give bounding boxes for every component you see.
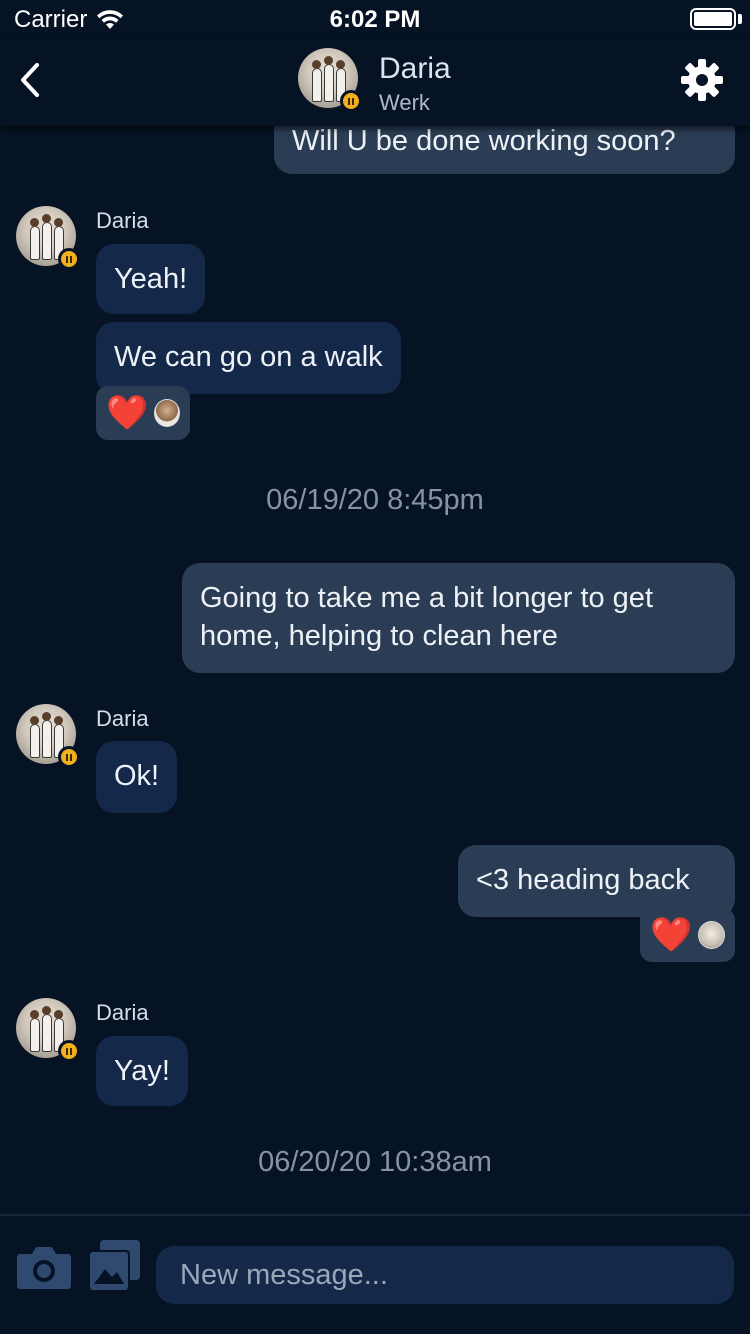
camera-icon	[17, 1247, 71, 1289]
message-list[interactable]: Will U be done working soon? Daria Yeah!…	[0, 126, 750, 1214]
outgoing-message[interactable]: <3 heading back	[458, 845, 735, 917]
sender-avatar[interactable]	[16, 704, 80, 768]
message-reaction[interactable]: ❤️	[640, 908, 735, 962]
message-input[interactable]	[156, 1246, 734, 1304]
timestamp: 06/19/20 8:45pm	[266, 484, 484, 516]
photo-gallery-button[interactable]	[86, 1238, 142, 1294]
incoming-message[interactable]: Ok!	[96, 741, 178, 813]
back-button[interactable]	[10, 58, 50, 102]
pause-badge-icon	[340, 90, 362, 112]
incoming-message[interactable]: Yeah!	[96, 244, 206, 314]
pause-badge-icon	[58, 746, 80, 768]
photo-gallery-icon	[88, 1240, 140, 1292]
gear-icon	[681, 59, 723, 101]
heart-icon: ❤️	[106, 393, 149, 433]
reactor-avatar	[698, 921, 725, 949]
sender-avatar[interactable]	[16, 206, 80, 270]
sender-avatar[interactable]	[16, 998, 80, 1062]
conversation-header: Daria Werk	[0, 40, 750, 126]
sender-name: Daria	[96, 706, 149, 731]
message-reaction[interactable]: ❤️	[96, 386, 190, 440]
compose-bar	[0, 1214, 750, 1334]
settings-button[interactable]	[680, 58, 724, 102]
status-time: 6:02 PM	[329, 6, 421, 33]
outgoing-message[interactable]: Will U be done working soon?	[274, 126, 735, 174]
sender-name: Daria	[96, 1000, 149, 1025]
contact-status: Werk	[379, 90, 430, 115]
battery-icon	[690, 8, 736, 30]
outgoing-message[interactable]: Going to take me a bit longer to get hom…	[182, 563, 735, 673]
contact-name[interactable]: Daria	[379, 52, 451, 86]
pause-badge-icon	[58, 248, 80, 270]
status-bar: Carrier 6:02 PM	[0, 0, 750, 40]
reactor-avatar	[154, 399, 180, 427]
incoming-message[interactable]: We can go on a walk	[96, 322, 401, 394]
incoming-message[interactable]: Yay!	[96, 1036, 188, 1106]
pause-badge-icon	[58, 1040, 80, 1062]
heart-icon: ❤️	[650, 915, 693, 955]
contact-avatar[interactable]	[298, 48, 362, 112]
sender-name: Daria	[96, 208, 149, 233]
back-chevron-icon	[21, 63, 39, 97]
camera-button[interactable]	[16, 1242, 72, 1290]
timestamp: 06/20/20 10:38am	[258, 1146, 492, 1178]
